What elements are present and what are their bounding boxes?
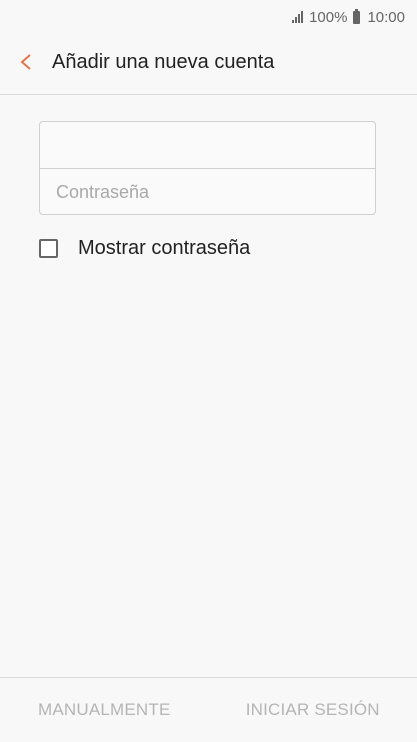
divider [0,94,417,95]
password-field[interactable] [54,181,375,204]
show-password-label: Mostrar contraseña [78,237,251,259]
show-password-checkbox[interactable] [39,239,58,258]
page-title: Añadir una nueva cuenta [52,50,275,73]
status-bar: 100% 10:00 [0,0,417,34]
back-button[interactable] [0,38,52,86]
bottom-bar: MANUALMENTE INICIAR SESIÓN [0,678,417,742]
email-field[interactable] [54,133,375,157]
chevron-left-icon [20,54,31,70]
sign-in-button[interactable]: INICIAR SESIÓN [209,700,417,720]
signal-icon [292,11,304,23]
password-field-container [40,169,375,216]
email-field-container [40,122,375,169]
screen: 100% 10:00 Añadir una nueva cuenta Mostr… [0,0,417,742]
battery-percentage: 100% [309,8,348,26]
show-password-toggle[interactable]: Mostrar contraseña [39,237,250,260]
manual-setup-button[interactable]: MANUALMENTE [0,700,209,720]
header: Añadir una nueva cuenta [0,38,417,86]
clock: 10:00 [367,8,405,26]
login-form [39,121,376,215]
battery-icon [353,8,361,24]
